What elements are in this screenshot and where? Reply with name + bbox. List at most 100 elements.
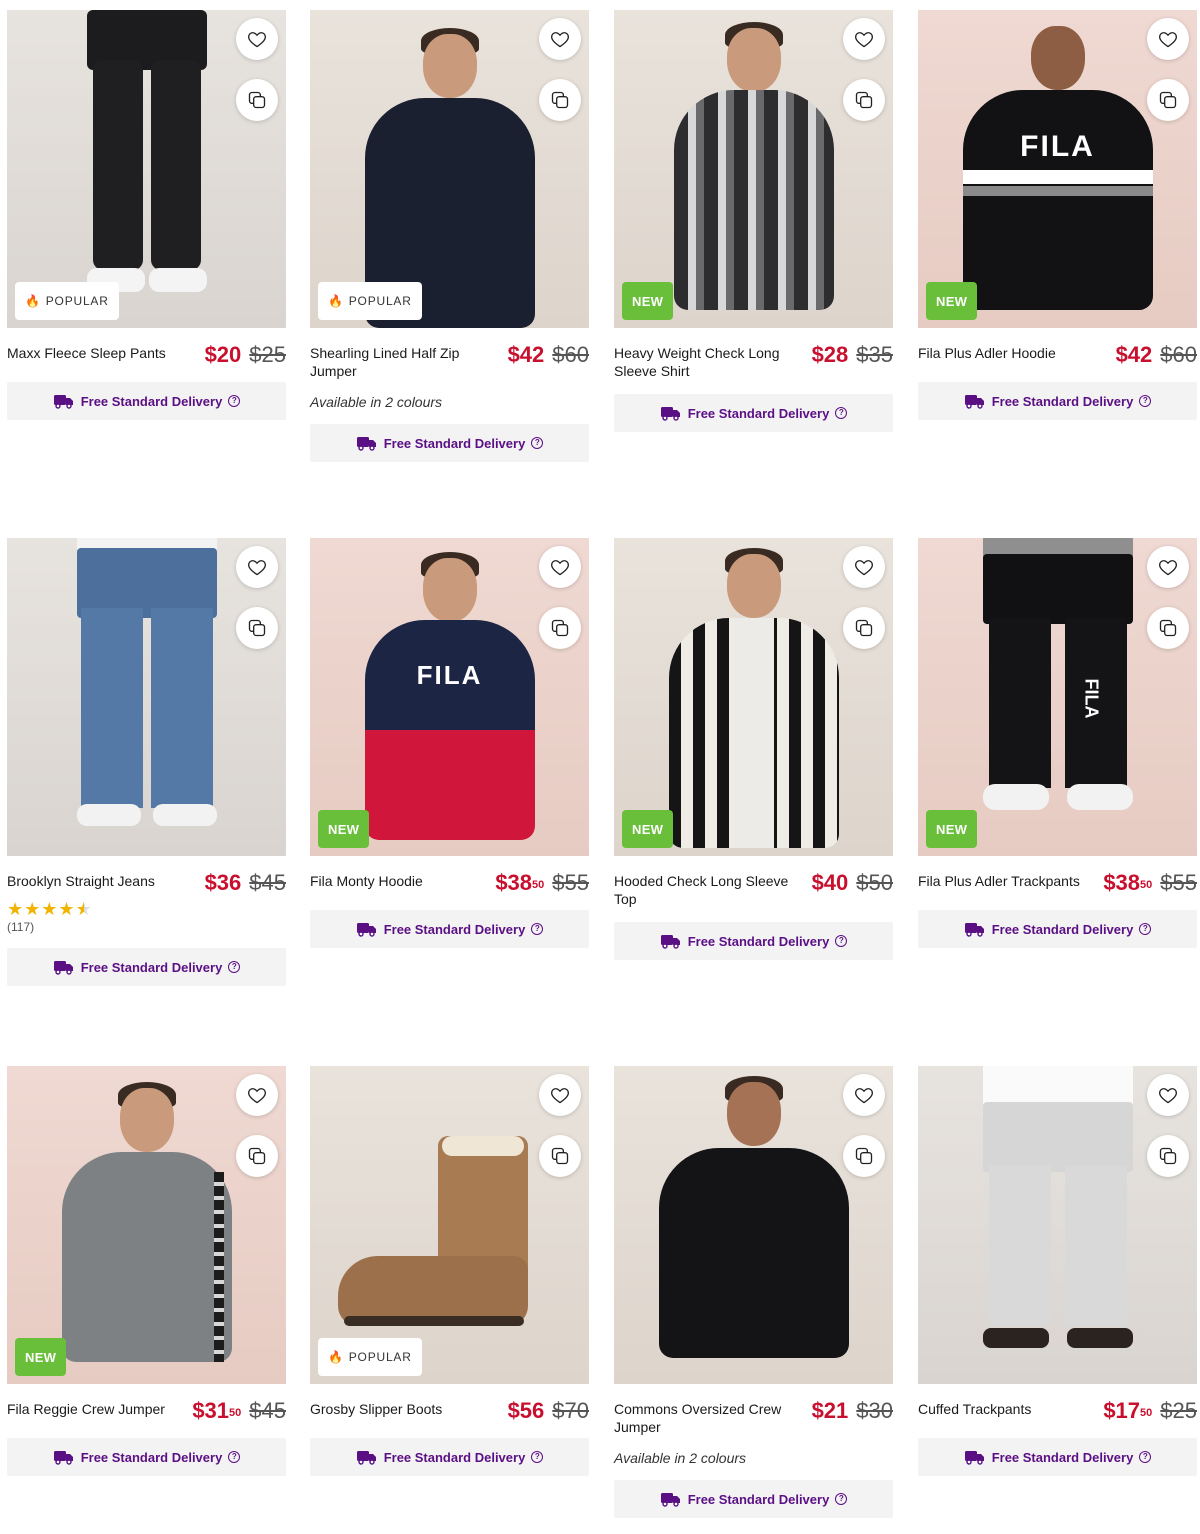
product-name[interactable]: Brooklyn Straight Jeans xyxy=(7,872,182,890)
free-delivery-banner[interactable]: Free Standard Delivery ? xyxy=(918,910,1197,948)
help-icon[interactable]: ? xyxy=(228,1451,241,1463)
delivery-label: Free Standard Delivery xyxy=(383,1449,526,1465)
compare-button[interactable] xyxy=(843,607,885,649)
compare-button[interactable] xyxy=(236,607,278,649)
compare-button[interactable] xyxy=(843,79,885,121)
product-card[interactable]: NEW Fila Reggie Crew Jumper $3150 $45 Fr… xyxy=(7,1066,286,1476)
truck-icon xyxy=(53,961,73,975)
compare-button[interactable] xyxy=(539,79,581,121)
truck-icon xyxy=(964,923,984,937)
product-card[interactable]: NEW Heavy Weight Check Long Sleeve Shirt… xyxy=(614,10,893,432)
product-name[interactable]: Fila Plus Adler Hoodie xyxy=(918,344,1093,362)
product-image[interactable]: NEW xyxy=(7,1066,286,1384)
compare-button[interactable] xyxy=(539,607,581,649)
help-icon[interactable]: ? xyxy=(228,395,241,407)
review-count[interactable]: (117) xyxy=(7,920,286,934)
favourite-button[interactable] xyxy=(539,18,581,60)
free-delivery-banner[interactable]: Free Standard Delivery ? xyxy=(918,1438,1197,1476)
product-card[interactable]: 🔥 POPULAR Maxx Fleece Sleep Pants $20 $25… xyxy=(7,10,286,420)
product-name[interactable]: Fila Monty Hoodie xyxy=(310,872,485,890)
favourite-button[interactable] xyxy=(843,546,885,588)
product-image[interactable]: 🔥 POPULAR xyxy=(310,1066,589,1384)
free-delivery-banner[interactable]: Free Standard Delivery ? xyxy=(614,394,893,432)
product-name[interactable]: Fila Reggie Crew Jumper xyxy=(7,1400,182,1418)
help-icon[interactable]: ? xyxy=(1139,923,1152,935)
compare-icon xyxy=(855,619,873,637)
product-image[interactable] xyxy=(7,538,286,856)
favourite-button[interactable] xyxy=(1147,546,1189,588)
was-price: $55 xyxy=(552,870,589,895)
help-icon[interactable]: ? xyxy=(1139,1451,1152,1463)
product-image[interactable] xyxy=(614,1066,893,1384)
compare-button[interactable] xyxy=(236,1135,278,1177)
product-card[interactable]: NEW Hooded Check Long Sleeve Top $40 $50… xyxy=(614,538,893,960)
product-image[interactable]: NEW xyxy=(614,538,893,856)
product-card[interactable]: 🔥 POPULAR Shearling Lined Half Zip Jumper… xyxy=(310,10,589,462)
favourite-button[interactable] xyxy=(539,1074,581,1116)
star-rating: ★ ★ ★ ★ ★ xyxy=(7,900,286,918)
free-delivery-banner[interactable]: Free Standard Delivery ? xyxy=(7,382,286,420)
free-delivery-banner[interactable]: Free Standard Delivery ? xyxy=(614,922,893,960)
help-icon[interactable]: ? xyxy=(531,437,544,449)
product-card[interactable]: FILA NEW Fila Plus Adler Trackpants $385… xyxy=(918,538,1197,948)
compare-button[interactable] xyxy=(1147,79,1189,121)
compare-button[interactable] xyxy=(236,79,278,121)
compare-button[interactable] xyxy=(843,1135,885,1177)
product-image[interactable]: NEW xyxy=(614,10,893,328)
product-image[interactable]: FILA NEW xyxy=(918,10,1197,328)
help-icon[interactable]: ? xyxy=(531,923,544,935)
star-full-icon: ★ xyxy=(41,899,58,919)
favourite-button[interactable] xyxy=(539,546,581,588)
product-image[interactable]: FILA NEW xyxy=(310,538,589,856)
product-card[interactable]: 🔥 POPULAR Grosby Slipper Boots $56 $70 Fr… xyxy=(310,1066,589,1476)
favourite-button[interactable] xyxy=(236,1074,278,1116)
favourite-button[interactable] xyxy=(236,546,278,588)
delivery-label: Free Standard Delivery xyxy=(687,933,830,949)
product-card[interactable]: FILA NEW Fila Plus Adler Hoodie $42 $60 … xyxy=(918,10,1197,420)
compare-button[interactable] xyxy=(1147,607,1189,649)
product-image[interactable] xyxy=(918,1066,1197,1384)
favourite-button[interactable] xyxy=(843,1074,885,1116)
favourite-button[interactable] xyxy=(1147,18,1189,60)
free-delivery-banner[interactable]: Free Standard Delivery ? xyxy=(7,1438,286,1476)
product-name[interactable]: Commons Oversized Crew Jumper xyxy=(614,1400,789,1436)
free-delivery-banner[interactable]: Free Standard Delivery ? xyxy=(7,948,286,986)
help-icon[interactable]: ? xyxy=(1139,395,1152,407)
help-icon[interactable]: ? xyxy=(835,407,848,419)
product-image[interactable]: FILA NEW xyxy=(918,538,1197,856)
free-delivery-banner[interactable]: Free Standard Delivery ? xyxy=(918,382,1197,420)
product-name[interactable]: Grosby Slipper Boots xyxy=(310,1400,485,1418)
was-price: $45 xyxy=(249,1398,286,1423)
favourite-button[interactable] xyxy=(236,18,278,60)
product-card[interactable]: Cuffed Trackpants $1750 $25 Free Standar… xyxy=(918,1066,1197,1476)
help-icon[interactable]: ? xyxy=(228,961,241,973)
product-image[interactable]: 🔥 POPULAR xyxy=(310,10,589,328)
free-delivery-banner[interactable]: Free Standard Delivery ? xyxy=(310,910,589,948)
product-name[interactable]: Shearling Lined Half Zip Jumper xyxy=(310,344,485,380)
product-name[interactable]: Heavy Weight Check Long Sleeve Shirt xyxy=(614,344,789,380)
product-name[interactable]: Maxx Fleece Sleep Pants xyxy=(7,344,182,362)
favourite-button[interactable] xyxy=(1147,1074,1189,1116)
compare-button[interactable] xyxy=(1147,1135,1189,1177)
product-image[interactable]: 🔥 POPULAR xyxy=(7,10,286,328)
delivery-label: Free Standard Delivery xyxy=(383,435,526,451)
current-price: $3150 xyxy=(192,1398,242,1423)
product-card[interactable]: Commons Oversized Crew Jumper $21 $30 Av… xyxy=(614,1066,893,1518)
free-delivery-banner[interactable]: Free Standard Delivery ? xyxy=(310,1438,589,1476)
help-icon[interactable]: ? xyxy=(835,935,848,947)
product-name[interactable]: Cuffed Trackpants xyxy=(918,1400,1093,1418)
product-name[interactable]: Hooded Check Long Sleeve Top xyxy=(614,872,789,908)
help-icon[interactable]: ? xyxy=(835,1493,848,1505)
free-delivery-banner[interactable]: Free Standard Delivery ? xyxy=(310,424,589,462)
popular-badge: 🔥 POPULAR xyxy=(318,1338,422,1376)
help-icon[interactable]: ? xyxy=(531,1451,544,1463)
compare-button[interactable] xyxy=(539,1135,581,1177)
free-delivery-banner[interactable]: Free Standard Delivery ? xyxy=(614,1480,893,1518)
heart-outline-icon xyxy=(248,1088,266,1104)
favourite-button[interactable] xyxy=(843,18,885,60)
flame-icon: 🔥 xyxy=(328,1350,344,1364)
product-name[interactable]: Fila Plus Adler Trackpants xyxy=(918,872,1093,890)
truck-icon xyxy=(356,1451,376,1465)
product-card[interactable]: FILA NEW Fila Monty Hoodie $3850 $55 Fre… xyxy=(310,538,589,948)
product-card[interactable]: Brooklyn Straight Jeans $36 $45 ★ ★ ★ ★ … xyxy=(7,538,286,986)
